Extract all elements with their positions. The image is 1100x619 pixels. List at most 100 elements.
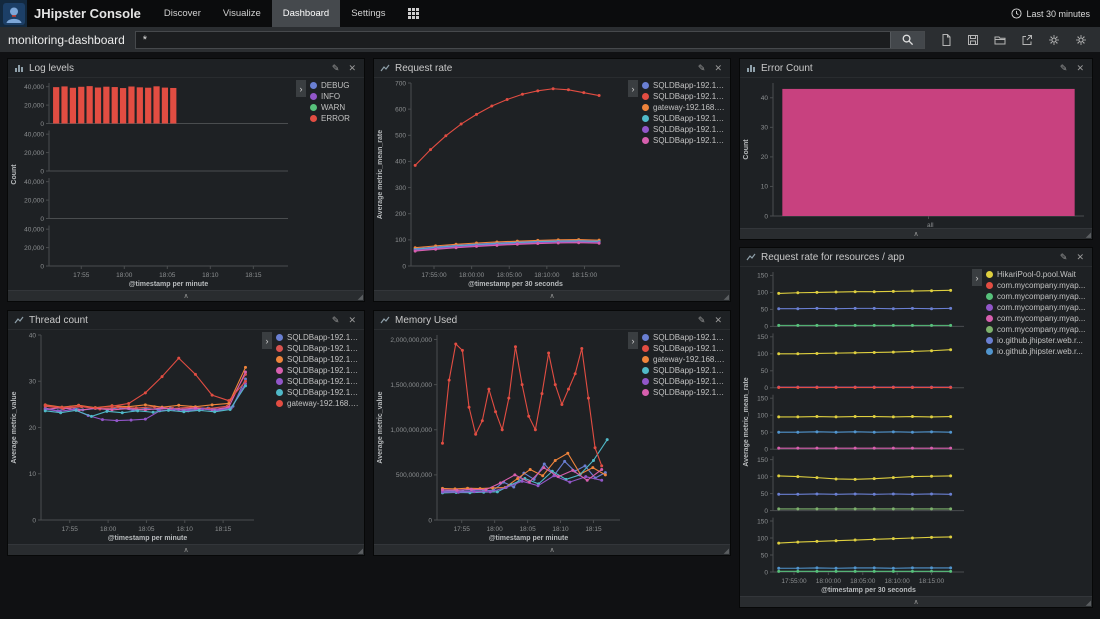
legend-toggle-icon[interactable]: › (972, 269, 982, 286)
options-button[interactable] (1043, 30, 1065, 50)
edit-pencil-icon[interactable]: ✎ (1058, 64, 1070, 73)
top-navbar: JHipster Console Discover Visualize Dash… (0, 0, 1100, 27)
panel-header[interactable]: Request rate ✎ ✕ (374, 59, 730, 78)
legend-item[interactable]: SQLDBapp-192.168.4... (642, 113, 727, 124)
svg-text:Average metric_value: Average metric_value (377, 391, 384, 463)
edit-pencil-icon[interactable]: ✎ (696, 64, 708, 73)
nav-item-settings[interactable]: Settings (340, 0, 396, 27)
legend-item[interactable]: SQLDBapp-192.168.4... (276, 365, 361, 376)
svg-text:18:10: 18:10 (552, 526, 569, 533)
search-button[interactable] (890, 32, 924, 48)
nav-item-discover[interactable]: Discover (153, 0, 212, 27)
load-dashboard-button[interactable] (989, 30, 1011, 50)
memory-used-chart[interactable]: 0500,000,0001,000,000,0001,500,000,0002,… (374, 330, 628, 544)
collapse-chevron-icon[interactable]: ∧ (913, 231, 918, 238)
edit-pencil-icon[interactable]: ✎ (330, 316, 342, 325)
panel-header[interactable]: Thread count ✎ ✕ (8, 311, 364, 330)
legend-item[interactable]: SQLDBapp-192.168.4... (642, 91, 727, 102)
legend-item[interactable]: SQLDBapp-192.168.4... (276, 376, 361, 387)
nav-item-dashboard[interactable]: Dashboard (272, 0, 340, 27)
apps-grid-icon[interactable] (397, 0, 430, 27)
log-levels-chart[interactable]: 020,00040,000020,00040,000020,00040,0000… (8, 78, 296, 290)
settings-button[interactable] (1070, 30, 1092, 50)
panel-header[interactable]: Memory Used ✎ ✕ (374, 311, 730, 330)
legend-item[interactable]: gateway-192.168.4... (642, 102, 727, 113)
close-icon[interactable]: ✕ (712, 316, 724, 325)
legend-toggle-icon[interactable]: › (262, 332, 272, 349)
panel-header[interactable]: Request rate for resources / app ✎ ✕ (740, 248, 1092, 267)
panel-footer: ∧ ◢ (374, 290, 730, 301)
legend-item[interactable]: com.mycompany.myap... (986, 313, 1089, 324)
svg-text:1,500,000,000: 1,500,000,000 (390, 382, 432, 389)
edit-pencil-icon[interactable]: ✎ (330, 64, 342, 73)
legend-item[interactable]: SQLDBapp-192.168.4... (276, 332, 361, 343)
legend-item[interactable]: SQLDBapp-192.168.4... (642, 135, 727, 146)
svg-text:@timestamp per 30 seconds: @timestamp per 30 seconds (821, 587, 916, 594)
collapse-chevron-icon[interactable]: ∧ (183, 547, 188, 554)
collapse-chevron-icon[interactable]: ∧ (913, 599, 918, 606)
legend-item[interactable]: ERROR (310, 113, 361, 124)
legend-item[interactable]: HikariPool-0.pool.Wait (986, 269, 1089, 280)
brand-title[interactable]: JHipster Console (27, 6, 153, 21)
legend-label: gateway-192.168.43.8... (287, 399, 361, 408)
save-dashboard-button[interactable] (962, 30, 984, 50)
panel-header[interactable]: Error Count ✎ ✕ (740, 59, 1092, 78)
share-dashboard-button[interactable] (1016, 30, 1038, 50)
collapse-chevron-icon[interactable]: ∧ (549, 293, 554, 300)
legend-item[interactable]: SQLDBapp-192.168.4... (642, 332, 727, 343)
resize-handle[interactable]: ◢ (1086, 232, 1091, 239)
nav-item-visualize[interactable]: Visualize (212, 0, 272, 27)
close-icon[interactable]: ✕ (712, 64, 724, 73)
legend-item[interactable]: SQLDBapp-192.168.4... (642, 80, 727, 91)
new-dashboard-button[interactable] (935, 30, 957, 50)
legend-item[interactable]: com.mycompany.myap... (986, 291, 1089, 302)
legend-toggle-icon[interactable]: › (296, 80, 306, 97)
panel-header[interactable]: Log levels ✎ ✕ (8, 59, 364, 78)
legend-item[interactable]: gateway-192.168.43.8... (276, 398, 361, 409)
thread-count-chart[interactable]: 01020304017:5518:0018:0518:1018:15@times… (8, 330, 262, 544)
legend-color-dot (642, 93, 649, 100)
legend-item[interactable]: WARN (310, 102, 361, 113)
edit-pencil-icon[interactable]: ✎ (696, 316, 708, 325)
legend-label: com.mycompany.myap... (997, 314, 1085, 323)
legend-item[interactable]: DEBUG (310, 80, 361, 91)
edit-pencil-icon[interactable]: ✎ (1058, 253, 1070, 262)
legend-item[interactable]: SQLDBapp-192.168.4... (276, 354, 361, 365)
request-rate-resources-chart[interactable]: 0501001500501001500501001500501001500501… (740, 267, 972, 596)
legend-toggle-icon[interactable]: › (628, 80, 638, 97)
legend-item[interactable]: SQLDBapp-192.168.4... (642, 365, 727, 376)
close-icon[interactable]: ✕ (1074, 253, 1086, 262)
legend-toggle-icon[interactable]: › (628, 332, 638, 349)
legend-item[interactable]: io.github.jhipster.web.r... (986, 335, 1089, 346)
close-icon[interactable]: ✕ (346, 316, 358, 325)
legend-item[interactable]: com.mycompany.myap... (986, 324, 1089, 335)
close-icon[interactable]: ✕ (1074, 64, 1086, 73)
legend-item[interactable]: SQLDBapp-192.168.4... (642, 376, 727, 387)
svg-text:Average metric_mean_rate: Average metric_mean_rate (743, 377, 750, 466)
legend-item[interactable]: SQLDBapp-192.168.4... (276, 387, 361, 398)
legend-item[interactable]: SQLDBapp-192.168.4... (276, 343, 361, 354)
collapse-chevron-icon[interactable]: ∧ (183, 293, 188, 300)
resize-handle[interactable]: ◢ (724, 548, 729, 555)
query-input[interactable] (136, 32, 890, 48)
legend-item[interactable]: com.mycompany.myap... (986, 302, 1089, 313)
legend-label: SQLDBapp-192.168.4... (653, 344, 727, 353)
legend-item[interactable]: gateway-192.168.43.8... (642, 354, 727, 365)
legend-item[interactable]: SQLDBapp-192.168.4... (642, 343, 727, 354)
close-icon[interactable]: ✕ (346, 64, 358, 73)
legend-item[interactable]: SQLDBapp-192.168.4... (642, 387, 727, 398)
legend-item[interactable]: io.github.jhipster.web.r... (986, 346, 1089, 357)
legend-item[interactable]: INFO (310, 91, 361, 102)
time-filter-button[interactable]: Last 30 minutes (1001, 8, 1100, 19)
svg-text:50: 50 (761, 307, 769, 314)
resize-handle[interactable]: ◢ (358, 548, 363, 555)
resize-handle[interactable]: ◢ (1086, 600, 1091, 607)
legend-item[interactable]: com.mycompany.myap... (986, 280, 1089, 291)
legend-item[interactable]: SQLDBapp-192.168.4... (642, 124, 727, 135)
resize-handle[interactable]: ◢ (358, 294, 363, 301)
request-rate-chart[interactable]: 010020030040050060070017:55:0018:00:0018… (374, 78, 628, 290)
collapse-chevron-icon[interactable]: ∧ (549, 547, 554, 554)
svg-text:0: 0 (40, 168, 44, 175)
error-count-chart[interactable]: 010203040_allCount (740, 78, 1092, 228)
resize-handle[interactable]: ◢ (724, 294, 729, 301)
